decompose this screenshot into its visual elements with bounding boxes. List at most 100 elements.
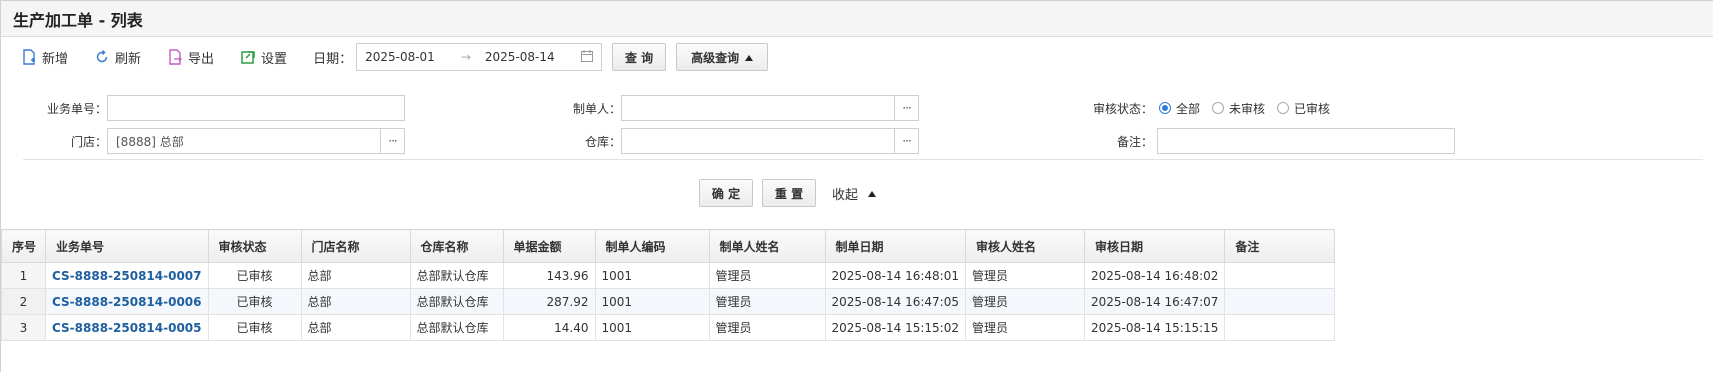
column-header[interactable]: 制单人姓名 [708,229,826,263]
refresh-label: 刷新 [115,51,142,67]
date-start[interactable]: 2025-08-01 [365,50,435,64]
order-no-label: 业务单号： [46,101,107,116]
column-header[interactable]: 备注 [1224,229,1336,263]
column-header[interactable]: 序号 [1,229,46,263]
status-radio-unreviewed[interactable]: 未审核 [1212,100,1265,117]
table-row[interactable]: 2 CS-8888-250814-0006 已审核 总部 总部默认仓库 287.… [1,288,1336,315]
creator-input[interactable]: ··· [621,95,919,121]
store-value: [8888] 总部 [116,134,184,149]
warehouse-cell: 总部默认仓库 [409,288,504,315]
warehouse-input[interactable]: ··· [621,128,919,154]
warehouse-label: 仓库： [584,134,621,149]
export-button[interactable]: 导出 [167,48,214,67]
created-date-cell: 2025-08-14 16:47:05 [824,288,966,315]
reviewed-date-cell: 2025-08-14 16:47:07 [1083,288,1226,315]
reviewed-date-cell: 2025-08-14 16:48:02 [1083,262,1226,289]
column-header[interactable]: 单据金额 [502,229,596,263]
advanced-filter-panel: 业务单号： 制单人： ··· 审核状态： 全部 未审核 已审核 门店： [888… [1,78,1713,228]
settings-button[interactable]: 设置 [240,48,287,67]
reviewed-date-cell: 2025-08-14 15:15:15 [1083,314,1226,341]
remark-label: 备注： [1116,134,1153,149]
reset-button[interactable]: 重 置 [762,179,816,207]
table-row[interactable]: 1 CS-8888-250814-0007 已审核 总部 总部默认仓库 143.… [1,262,1336,289]
amount-cell: 143.96 [502,262,596,289]
row-index: 2 [1,288,46,315]
column-header[interactable]: 审核人姓名 [964,229,1085,263]
calendar-icon[interactable] [581,49,594,65]
row-index: 1 [1,262,46,289]
data-table: 序号 业务单号 审核状态 门店名称 仓库名称 单据金额 制单人编码 制单人姓名 … [1,229,1336,341]
creator-picker-button[interactable]: ··· [894,96,918,120]
creator-code-cell: 1001 [594,314,710,341]
page-title: 生产加工单 - 列表 [13,10,143,30]
confirm-label: 确 定 [711,186,741,201]
creator-code-cell: 1001 [594,288,710,315]
title-bar: 生产加工单 - 列表 [1,1,1713,37]
warehouse-cell: 总部默认仓库 [409,262,504,289]
table-row[interactable]: 3 CS-8888-250814-0005 已审核 总部 总部默认仓库 14.4… [1,314,1336,341]
settings-label: 设置 [261,51,288,67]
filter-divider [23,159,1703,160]
column-header[interactable]: 制单日期 [824,229,966,263]
order-no-link[interactable]: CS-8888-250814-0007 [45,262,209,289]
date-label: 日期： [313,51,353,67]
date-range-arrow: → [460,50,471,64]
new-document-icon [21,49,37,65]
advanced-query-button[interactable]: 高级查询 [676,43,769,71]
radio-unchecked-icon [1212,102,1225,114]
query-button[interactable]: 查 询 [612,43,667,71]
reset-label: 重 置 [774,186,804,201]
export-label: 导出 [188,51,215,67]
export-icon [167,49,183,65]
store-label: 门店： [70,134,107,149]
status-radio-all[interactable]: 全部 [1159,100,1200,117]
remark-cell [1224,288,1336,315]
radio-unchecked-icon [1277,102,1290,114]
amount-cell: 287.92 [502,288,596,315]
settings-icon [240,49,256,65]
store-cell: 总部 [300,262,411,289]
remark-cell [1224,262,1336,289]
caret-up-icon [745,50,754,64]
status-option-label: 未审核 [1229,101,1266,116]
order-no-link[interactable]: CS-8888-250814-0006 [45,288,209,315]
advanced-query-label: 高级查询 [691,50,740,65]
refresh-button[interactable]: 刷新 [94,48,141,67]
column-header[interactable]: 业务单号 [45,229,209,263]
reviewer-name-cell: 管理员 [964,262,1085,289]
collapse-toggle[interactable]: 收起 [832,184,877,203]
amount-cell: 14.40 [502,314,596,341]
status-label: 审核状态： [1092,101,1153,116]
radio-checked-icon [1159,102,1171,114]
add-button[interactable]: 新增 [21,48,68,67]
created-date-cell: 2025-08-14 16:48:01 [824,262,966,289]
column-header[interactable]: 门店名称 [300,229,411,263]
column-header[interactable]: 仓库名称 [409,229,504,263]
remark-cell [1224,314,1336,341]
creator-name-cell: 管理员 [708,314,826,341]
order-no-input[interactable] [107,95,405,121]
status-option-label: 已审核 [1294,101,1331,116]
warehouse-cell: 总部默认仓库 [409,314,504,341]
status-cell: 已审核 [207,262,302,289]
column-header[interactable]: 审核状态 [207,229,302,263]
confirm-button[interactable]: 确 定 [699,179,753,207]
table-header-row: 序号 业务单号 审核状态 门店名称 仓库名称 单据金额 制单人编码 制单人姓名 … [1,229,1336,263]
date-range-picker[interactable]: 2025-08-01 → 2025-08-14 [356,43,603,71]
date-end[interactable]: 2025-08-14 [485,50,555,64]
column-header[interactable]: 审核日期 [1083,229,1226,263]
status-radio-reviewed[interactable]: 已审核 [1277,100,1330,117]
refresh-icon [94,49,110,65]
reviewer-name-cell: 管理员 [964,314,1085,341]
column-header[interactable]: 制单人编码 [594,229,710,263]
store-cell: 总部 [300,314,411,341]
status-cell: 已审核 [207,288,302,315]
store-picker-button[interactable]: ··· [380,129,404,153]
reviewer-name-cell: 管理员 [964,288,1085,315]
warehouse-picker-button[interactable]: ··· [894,129,918,153]
creator-label: 制单人： [572,101,621,116]
remark-input[interactable] [1157,128,1455,154]
add-label: 新增 [42,51,69,67]
order-no-link[interactable]: CS-8888-250814-0005 [45,314,209,341]
store-input[interactable]: [8888] 总部 ··· [107,128,405,154]
